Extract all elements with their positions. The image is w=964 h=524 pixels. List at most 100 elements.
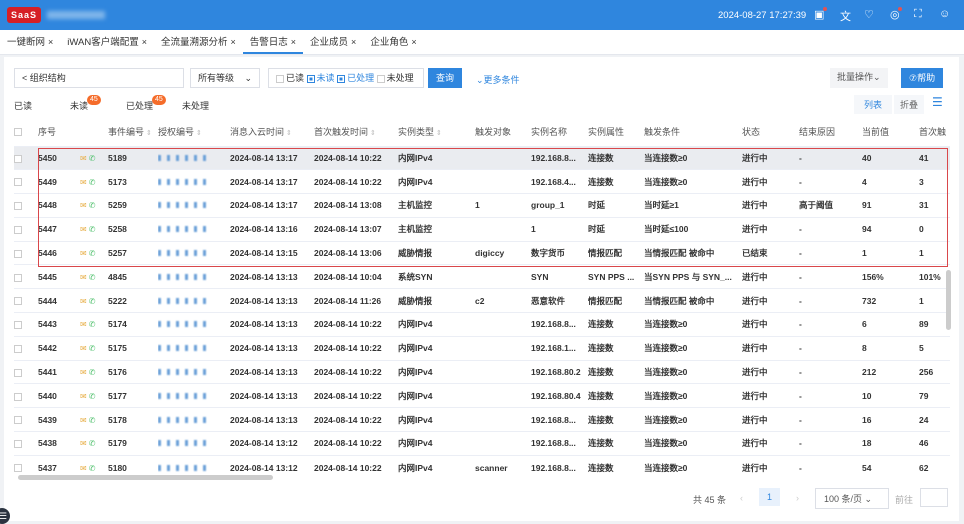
- column-header[interactable]: 首次触发时间 ⇕: [314, 118, 398, 146]
- column-header[interactable]: 触发条件: [644, 118, 742, 146]
- row-checkbox[interactable]: [14, 169, 38, 194]
- tab-2[interactable]: 全流量溯源分析 ×: [154, 30, 243, 54]
- column-header[interactable]: 首次触: [919, 118, 950, 146]
- table-row[interactable]: 5444 ✉ ✆ 5222 2024-08-14 13:13 2024-08-14 11:…: [14, 288, 950, 313]
- table-row[interactable]: 5443 ✉ ✆ 5174 2024-08-14 13:13 2024-08-14 10:…: [14, 312, 950, 337]
- read-checkbox[interactable]: [276, 74, 284, 83]
- query-button[interactable]: 查询: [428, 68, 463, 88]
- table-row[interactable]: 5439 ✉ ✆ 5178 2024-08-14 13:13 2024-08-14 10:…: [14, 407, 950, 432]
- goto-page-input[interactable]: [920, 488, 948, 507]
- help-button[interactable]: ⑦帮助: [901, 68, 944, 88]
- row-checkbox[interactable]: [14, 193, 38, 218]
- column-header[interactable]: 结束原因: [799, 118, 862, 146]
- unprocessed-checkbox[interactable]: [376, 74, 385, 83]
- tab-3[interactable]: 告警日志 ×: [242, 30, 304, 54]
- more-conditions-link[interactable]: ⌄更多条件: [476, 73, 520, 86]
- shirt-icon[interactable]: ♡: [864, 8, 874, 21]
- user-icon[interactable]: ☺: [939, 8, 950, 20]
- select-all-checkbox[interactable]: [14, 118, 38, 146]
- close-icon[interactable]: ×: [48, 37, 53, 47]
- column-header[interactable]: 事件编号 ⇕: [108, 118, 158, 146]
- status-tab-unread[interactable]: 未读: [70, 99, 88, 112]
- cell-12: 3: [919, 169, 950, 194]
- translate-icon[interactable]: 文: [840, 8, 851, 24]
- close-icon[interactable]: ×: [291, 37, 296, 47]
- row-checkbox[interactable]: [14, 359, 38, 384]
- cell-5: 1: [475, 193, 531, 218]
- page-1-button[interactable]: 1: [759, 488, 781, 506]
- tab-5[interactable]: 企业角色 ×: [363, 30, 423, 54]
- status-tab-processed[interactable]: 已处理: [126, 99, 153, 112]
- table-row[interactable]: 5446 ✉ ✆ 5257 2024-08-14 13:15 2024-08-14 13:…: [14, 240, 950, 265]
- column-header[interactable]: 当前值: [862, 118, 919, 146]
- row-checkbox[interactable]: [14, 335, 38, 361]
- vertical-scrollbar[interactable]: [946, 270, 951, 330]
- table-row[interactable]: 5441 ✉ ✆ 5176 2024-08-14 13:13 2024-08-14 10:…: [14, 359, 950, 384]
- cell-5: [475, 169, 531, 194]
- close-icon[interactable]: ×: [142, 37, 147, 47]
- row-checkbox[interactable]: [14, 288, 38, 313]
- cell-2: 2024-08-14 13:13: [230, 335, 314, 361]
- table-row[interactable]: 5445 ✉ ✆ 4845 2024-08-14 13:13 2024-08-14 10:…: [14, 264, 950, 289]
- column-header[interactable]: 实例名称: [531, 118, 588, 146]
- event-no: 5258: [108, 216, 158, 242]
- sort-icon[interactable]: ⇕: [144, 130, 152, 137]
- sort-icon[interactable]: ⇕: [284, 130, 292, 137]
- status-tab-read[interactable]: 已读: [14, 99, 32, 112]
- table-row[interactable]: 5438 ✉ ✆ 5179 2024-08-14 13:12 2024-08-14 10:…: [14, 431, 950, 456]
- table-row[interactable]: 5450 ✉ ✆ 5189 2024-08-14 13:17 2024-08-14 10:…: [14, 145, 950, 170]
- cell-11: 4: [862, 169, 919, 194]
- view-list-button[interactable]: 列表: [854, 95, 893, 114]
- event-no: 5259: [108, 193, 158, 218]
- row-checkbox[interactable]: [14, 431, 38, 456]
- close-icon[interactable]: ×: [351, 37, 356, 47]
- unread-checkbox[interactable]: [306, 74, 315, 83]
- row-checkbox[interactable]: [14, 312, 38, 337]
- table-row[interactable]: 5448 ✉ ✆ 5259 2024-08-14 13:17 2024-08-14 13:…: [14, 193, 950, 218]
- tab-0[interactable]: 一键断网 ×: [0, 30, 60, 54]
- sort-icon[interactable]: ⇕: [194, 130, 202, 137]
- column-header[interactable]: 状态: [742, 118, 799, 146]
- auth-no: [158, 216, 230, 242]
- close-icon[interactable]: ×: [230, 37, 235, 47]
- row-checkbox[interactable]: [14, 407, 38, 432]
- table-row[interactable]: 5440 ✉ ✆ 5177 2024-08-14 13:13 2024-08-14 10:…: [14, 383, 950, 408]
- row-checkbox[interactable]: [14, 216, 38, 242]
- tab-1[interactable]: iWAN客户端配置 ×: [60, 30, 154, 54]
- table-row[interactable]: 5447 ✉ ✆ 5258 2024-08-14 13:16 2024-08-14 13:…: [14, 216, 950, 242]
- row-checkbox[interactable]: [14, 145, 38, 170]
- tab-4[interactable]: 企业成员 ×: [303, 30, 363, 54]
- column-header[interactable]: 消息入云时间 ⇕: [230, 118, 314, 146]
- processed-checkbox[interactable]: [337, 74, 346, 83]
- page-size-select[interactable]: 100 条/页 ⌄: [815, 488, 889, 509]
- next-page-button[interactable]: ›: [796, 493, 799, 503]
- org-structure-selector[interactable]: < 组织结构: [14, 68, 184, 88]
- horizontal-scrollbar[interactable]: [18, 475, 273, 480]
- column-label: 实例属性: [588, 127, 625, 138]
- table-row[interactable]: 5442 ✉ ✆ 5175 2024-08-14 13:13 2024-08-14 10:…: [14, 335, 950, 361]
- column-header[interactable]: 序号: [38, 118, 80, 146]
- prev-page-button[interactable]: ‹: [740, 493, 743, 503]
- sort-icon[interactable]: ⇕: [434, 130, 442, 137]
- seq-no: 5441: [38, 359, 80, 384]
- menu-toggle-icon[interactable]: ☰: [0, 508, 10, 524]
- row-checkbox[interactable]: [14, 264, 38, 289]
- row-checkbox[interactable]: [14, 240, 38, 265]
- column-header[interactable]: 授权编号 ⇕: [158, 118, 230, 146]
- column-header[interactable]: 实例属性: [588, 118, 644, 146]
- cell-10: -: [799, 240, 862, 265]
- table-row[interactable]: 5449 ✉ ✆ 5173 2024-08-14 13:17 2024-08-14 10:…: [14, 169, 950, 194]
- row-checkbox[interactable]: [14, 383, 38, 408]
- view-fold-button[interactable]: 折叠: [894, 95, 925, 114]
- column-settings-icon[interactable]: ☰: [932, 95, 943, 109]
- column-header[interactable]: 实例类型 ⇕: [398, 118, 475, 146]
- status-tab-unprocessed[interactable]: 未处理: [182, 99, 209, 112]
- fullscreen-icon[interactable]: ⛶: [914, 8, 922, 21]
- sort-icon[interactable]: ⇕: [368, 130, 376, 137]
- batch-actions-button[interactable]: 批量操作⌄: [830, 68, 888, 88]
- close-icon[interactable]: ×: [411, 37, 416, 47]
- cell-11: 10: [862, 383, 919, 408]
- cell-2: 2024-08-14 13:13: [230, 407, 314, 432]
- level-select[interactable]: 所有等级 ⌄: [190, 68, 260, 88]
- column-header[interactable]: 触发对象: [475, 118, 531, 146]
